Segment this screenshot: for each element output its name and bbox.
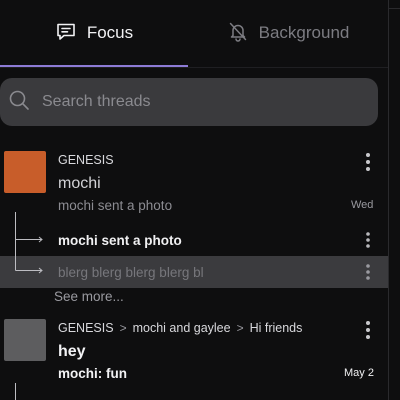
thread-group: GENESIS — [58, 153, 114, 167]
thread-date: Wed — [351, 199, 374, 211]
bell-off-icon — [227, 20, 249, 47]
reply-connector — [15, 256, 43, 274]
reply-connector — [15, 383, 16, 400]
breadcrumb-item: Hi friends — [249, 321, 303, 335]
tab-bar: Focus Background — [0, 0, 388, 68]
breadcrumb-separator: > — [119, 321, 127, 335]
search-icon — [8, 89, 30, 116]
search-bar[interactable] — [0, 78, 378, 126]
more-options-icon[interactable] — [360, 318, 376, 342]
reply-row[interactable]: mochi sent a photo — [0, 224, 388, 256]
thread-title: hey — [58, 343, 86, 360]
thread-title: mochi — [58, 175, 101, 192]
tab-background-label: Background — [258, 23, 350, 42]
avatar — [4, 319, 46, 361]
breadcrumb: GENESIS > mochi and gaylee > Hi friends — [58, 321, 302, 335]
tab-focus-label: Focus — [86, 23, 134, 42]
breadcrumb-item: GENESIS — [58, 321, 114, 335]
see-more-link[interactable]: See more... — [54, 289, 124, 304]
more-options-icon[interactable] — [360, 260, 376, 284]
reply-text: mochi sent a photo — [58, 233, 182, 248]
thread-preview: mochi: fun — [58, 366, 127, 381]
breadcrumb-item: mochi and gaylee — [132, 321, 231, 335]
chat-bubble-icon — [55, 20, 77, 47]
breadcrumb-separator: > — [236, 321, 244, 335]
more-options-icon[interactable] — [360, 150, 376, 174]
more-options-icon[interactable] — [360, 228, 376, 252]
tab-divider — [0, 67, 388, 68]
search-input[interactable] — [42, 93, 342, 111]
panel-divider — [388, 0, 389, 400]
tab-background[interactable]: Background — [188, 0, 388, 66]
avatar — [4, 151, 46, 193]
tab-focus[interactable]: Focus — [0, 0, 188, 66]
thread-preview: mochi sent a photo — [58, 198, 173, 213]
reply-row[interactable]: blerg blerg blerg blerg bl — [0, 256, 388, 288]
thread-date: May 2 — [344, 367, 374, 379]
reply-text: blerg blerg blerg blerg bl — [58, 265, 204, 280]
panel-top-rule — [388, 8, 400, 9]
